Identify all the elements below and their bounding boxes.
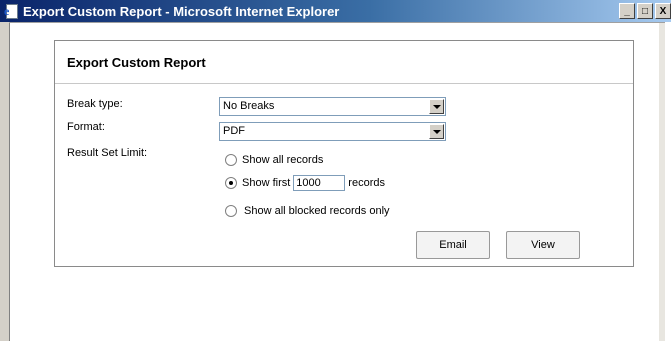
minimize-button[interactable]: _ xyxy=(619,3,635,19)
chevron-down-icon[interactable] xyxy=(429,99,444,114)
break-type-value: No Breaks xyxy=(223,100,275,112)
title-bar: e Export Custom Report - Microsoft Inter… xyxy=(0,0,671,22)
radio-label-prefix: Show first xyxy=(242,177,291,189)
window-controls: _ □ X xyxy=(619,3,671,19)
chevron-down-icon[interactable] xyxy=(429,124,444,139)
result-set-limit-label: Result Set Limit: xyxy=(67,147,148,159)
radio-label: Show all records xyxy=(242,154,324,166)
radio-show-all[interactable]: Show all records xyxy=(225,154,323,166)
record-limit-input[interactable] xyxy=(293,175,346,191)
format-value: PDF xyxy=(223,125,245,137)
break-type-label: Break type: xyxy=(67,98,123,110)
format-select[interactable]: PDF xyxy=(219,122,446,141)
break-type-select[interactable]: No Breaks xyxy=(219,97,446,116)
close-button[interactable]: X xyxy=(655,3,671,19)
view-button[interactable]: View xyxy=(506,231,580,259)
radio-button[interactable] xyxy=(225,205,237,217)
export-panel: Export Custom Report Break type: No Brea… xyxy=(54,40,634,267)
format-label: Format: xyxy=(67,121,105,133)
radio-button-selected[interactable] xyxy=(225,177,237,189)
panel-title: Export Custom Report xyxy=(55,41,633,84)
email-button[interactable]: Email xyxy=(416,231,490,259)
window-frame-left xyxy=(0,22,10,341)
ie-icon: e xyxy=(3,3,19,19)
radio-show-blocked[interactable]: Show all blocked records only xyxy=(225,205,390,217)
radio-button[interactable] xyxy=(225,154,237,166)
radio-show-first[interactable]: Show first records xyxy=(225,175,385,191)
radio-label-suffix: records xyxy=(348,177,385,189)
scrollbar-vertical[interactable] xyxy=(659,23,665,341)
window-title: Export Custom Report - Microsoft Interne… xyxy=(23,3,340,19)
page-content: Export Custom Report Break type: No Brea… xyxy=(10,23,665,341)
radio-label: Show all blocked records only xyxy=(244,205,390,217)
maximize-button[interactable]: □ xyxy=(637,3,653,19)
